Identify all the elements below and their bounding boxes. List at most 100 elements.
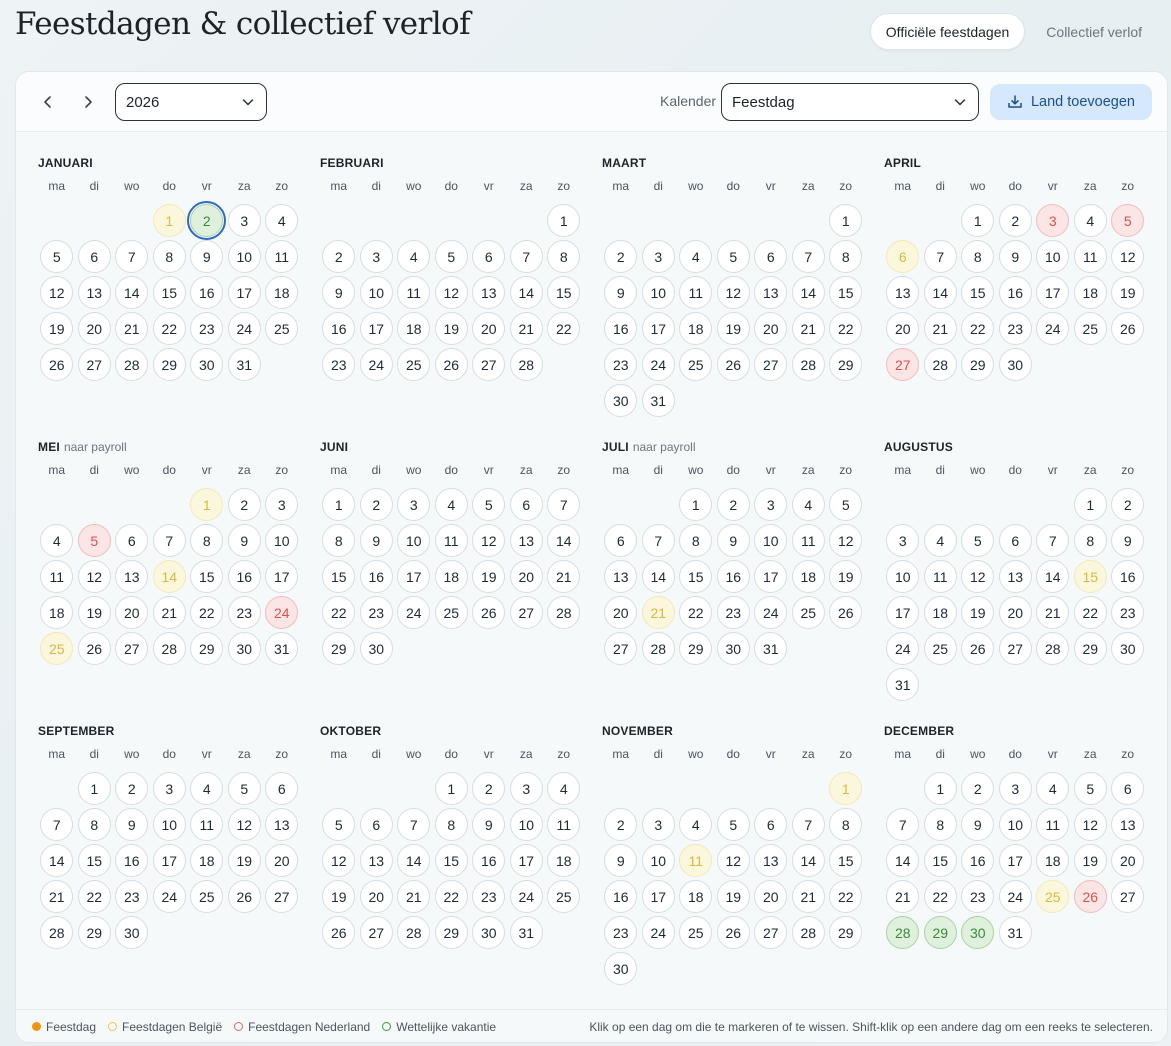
day-cell[interactable]: 3 — [265, 488, 299, 521]
day-cell[interactable]: 16 — [604, 312, 638, 345]
day-cell[interactable]: 13 — [509, 524, 543, 557]
day-cell[interactable]: 6 — [754, 808, 788, 841]
day-cell[interactable]: 3 — [397, 488, 431, 521]
day-cell[interactable]: 4 — [791, 488, 825, 521]
day-cell[interactable]: 29 — [152, 348, 186, 381]
day-cell[interactable]: 19 — [829, 560, 863, 593]
day-cell[interactable]: 10 — [886, 560, 920, 593]
day-cell[interactable]: 4 — [397, 240, 431, 273]
day-cell[interactable]: 28 — [115, 348, 149, 381]
day-cell[interactable]: 14 — [791, 844, 825, 877]
day-cell[interactable]: 23 — [359, 596, 393, 629]
day-cell[interactable]: 21 — [547, 560, 581, 593]
day-cell[interactable]: 28 — [641, 632, 675, 665]
day-cell[interactable]: 10 — [998, 808, 1032, 841]
day-cell[interactable]: 11 — [547, 808, 581, 841]
day-cell[interactable]: 1 — [77, 772, 111, 805]
day-cell[interactable]: 17 — [152, 844, 186, 877]
day-cell[interactable]: 29 — [190, 632, 224, 665]
day-cell[interactable]: 6 — [998, 524, 1032, 557]
calendar-select[interactable]: Feestdag — [721, 83, 979, 121]
day-cell[interactable]: 3 — [227, 204, 261, 237]
day-cell[interactable]: 22 — [547, 312, 581, 345]
day-cell[interactable]: 18 — [265, 276, 299, 309]
day-cell[interactable]: 29 — [77, 916, 111, 949]
day-cell[interactable]: 5 — [40, 240, 74, 273]
day-cell[interactable]: 13 — [604, 560, 638, 593]
day-cell[interactable]: 5 — [1073, 772, 1107, 805]
day-cell[interactable]: 26 — [829, 596, 863, 629]
day-cell[interactable]: 31 — [641, 384, 675, 417]
day-cell[interactable]: 18 — [791, 560, 825, 593]
day-cell[interactable]: 11 — [679, 276, 713, 309]
day-cell[interactable]: 3 — [359, 240, 393, 273]
day-cell[interactable]: 24 — [152, 880, 186, 913]
day-cell[interactable]: 7 — [115, 240, 149, 273]
day-cell[interactable]: 29 — [923, 916, 957, 949]
day-cell[interactable]: 7 — [547, 488, 581, 521]
add-country-button[interactable]: Land toevoegen — [990, 84, 1152, 120]
day-cell[interactable]: 1 — [152, 204, 186, 237]
day-cell[interactable]: 25 — [190, 880, 224, 913]
day-cell[interactable]: 1 — [679, 488, 713, 521]
day-cell[interactable]: 8 — [434, 808, 468, 841]
day-cell[interactable]: 7 — [40, 808, 74, 841]
day-cell[interactable]: 24 — [265, 596, 299, 629]
day-cell[interactable]: 1 — [961, 204, 995, 237]
day-cell[interactable]: 2 — [604, 240, 638, 273]
day-cell[interactable]: 12 — [1073, 808, 1107, 841]
day-cell[interactable]: 12 — [40, 276, 74, 309]
day-cell[interactable]: 13 — [472, 276, 506, 309]
day-cell[interactable]: 19 — [322, 880, 356, 913]
day-cell[interactable]: 3 — [641, 240, 675, 273]
day-cell[interactable]: 7 — [152, 524, 186, 557]
day-cell[interactable]: 19 — [1073, 844, 1107, 877]
day-cell[interactable]: 23 — [604, 348, 638, 381]
day-cell[interactable]: 4 — [679, 240, 713, 273]
day-cell[interactable]: 19 — [434, 312, 468, 345]
day-cell[interactable]: 15 — [1073, 560, 1107, 593]
day-cell[interactable]: 2 — [359, 488, 393, 521]
day-cell[interactable]: 15 — [190, 560, 224, 593]
day-cell[interactable]: 25 — [265, 312, 299, 345]
day-cell[interactable]: 30 — [190, 348, 224, 381]
day-cell[interactable]: 9 — [227, 524, 261, 557]
day-cell[interactable]: 22 — [190, 596, 224, 629]
day-cell[interactable]: 27 — [754, 348, 788, 381]
day-cell[interactable]: 27 — [1111, 880, 1145, 913]
day-cell[interactable]: 28 — [886, 916, 920, 949]
day-cell[interactable]: 13 — [1111, 808, 1145, 841]
day-cell[interactable]: 27 — [886, 348, 920, 381]
day-cell[interactable]: 14 — [1036, 560, 1070, 593]
day-cell[interactable]: 8 — [190, 524, 224, 557]
day-cell[interactable]: 17 — [641, 880, 675, 913]
day-cell[interactable]: 22 — [679, 596, 713, 629]
day-cell[interactable]: 12 — [77, 560, 111, 593]
day-cell[interactable]: 27 — [359, 916, 393, 949]
day-cell[interactable]: 26 — [716, 916, 750, 949]
day-cell[interactable]: 8 — [679, 524, 713, 557]
day-cell[interactable]: 30 — [604, 384, 638, 417]
day-cell[interactable]: 2 — [115, 772, 149, 805]
day-cell[interactable]: 15 — [829, 844, 863, 877]
day-cell[interactable]: 12 — [829, 524, 863, 557]
day-cell[interactable]: 11 — [434, 524, 468, 557]
day-cell[interactable]: 2 — [227, 488, 261, 521]
day-cell[interactable]: 17 — [227, 276, 261, 309]
day-cell[interactable]: 15 — [77, 844, 111, 877]
day-cell[interactable]: 8 — [829, 808, 863, 841]
day-cell[interactable]: 12 — [472, 524, 506, 557]
day-cell[interactable]: 2 — [472, 772, 506, 805]
day-cell[interactable]: 30 — [716, 632, 750, 665]
day-cell[interactable]: 6 — [77, 240, 111, 273]
day-cell[interactable]: 11 — [397, 276, 431, 309]
day-cell[interactable]: 8 — [322, 524, 356, 557]
day-cell[interactable]: 20 — [265, 844, 299, 877]
day-cell[interactable]: 26 — [472, 596, 506, 629]
day-cell[interactable]: 9 — [322, 276, 356, 309]
day-cell[interactable]: 10 — [359, 276, 393, 309]
day-cell[interactable]: 14 — [791, 276, 825, 309]
day-cell[interactable]: 16 — [227, 560, 261, 593]
day-cell[interactable]: 30 — [604, 952, 638, 985]
day-cell[interactable]: 13 — [754, 276, 788, 309]
